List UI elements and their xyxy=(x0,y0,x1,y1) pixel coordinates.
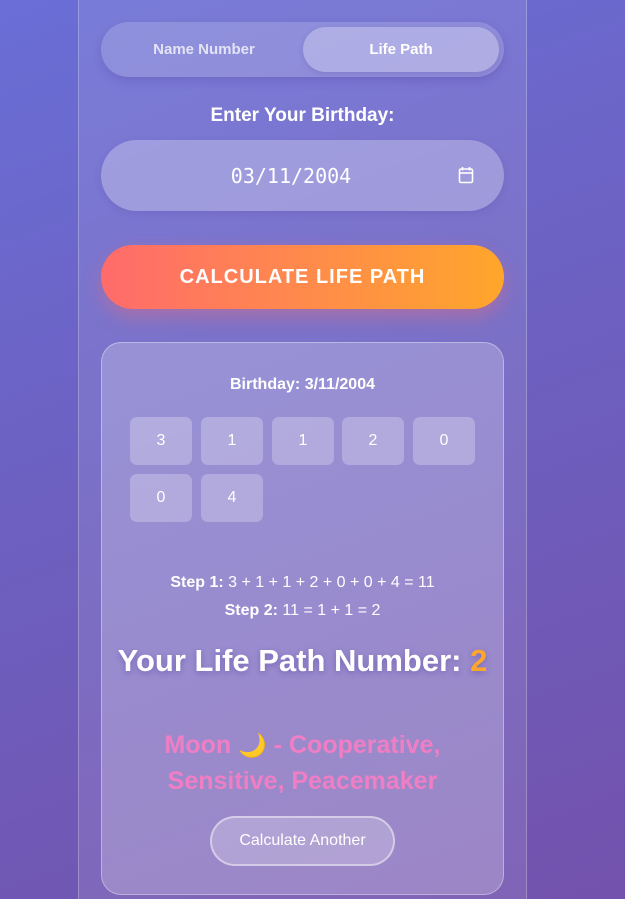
life-path-title: Your Life Path Number: 2 xyxy=(102,642,503,679)
moon-icon: 🌙 xyxy=(238,732,267,758)
step-1-text: 3 + 1 + 1 + 2 + 0 + 0 + 4 = 11 xyxy=(228,574,435,591)
meaning-planet: Moon xyxy=(164,731,232,759)
step-2: Step 2: 11 = 1 + 1 = 2 xyxy=(102,602,503,620)
birthday-date-input[interactable]: 03/11/2004 xyxy=(101,140,504,211)
birthday-value: 3/11/2004 xyxy=(304,376,375,393)
step-2-text: 11 = 1 + 1 = 2 xyxy=(282,602,381,619)
step-1: Step 1: 3 + 1 + 1 + 2 + 0 + 0 + 4 = 11 xyxy=(102,574,503,592)
tab-life-path[interactable]: Life Path xyxy=(303,27,499,72)
digit-box: 4 xyxy=(201,474,263,522)
life-path-meaning: Moon 🌙 - Cooperative, Sensitive, Peacema… xyxy=(122,727,483,799)
digit-box: 1 xyxy=(201,417,263,465)
result-card: Birthday: 3/11/2004 3 1 1 2 0 0 4 Step 1… xyxy=(101,342,504,895)
life-path-number: 2 xyxy=(470,643,488,678)
digit-box: 0 xyxy=(413,417,475,465)
digit-box: 2 xyxy=(342,417,404,465)
calculate-another-button[interactable]: Calculate Another xyxy=(210,816,395,866)
digit-box: 3 xyxy=(130,417,192,465)
calendar-icon[interactable] xyxy=(458,166,474,184)
step-2-label: Step 2: xyxy=(224,602,278,619)
digit-box: 0 xyxy=(130,474,192,522)
digit-box: 1 xyxy=(272,417,334,465)
birthday-prefix: Birthday: xyxy=(230,376,301,393)
life-path-title-prefix: Your Life Path Number: xyxy=(117,643,462,678)
mode-tabs: Name Number Life Path xyxy=(101,22,504,77)
date-value[interactable]: 03/11/2004 xyxy=(101,164,481,188)
tab-name-number[interactable]: Name Number xyxy=(106,27,302,72)
birthday-summary: Birthday: 3/11/2004 xyxy=(102,376,503,394)
birthday-prompt: Enter Your Birthday: xyxy=(210,105,395,126)
calculate-life-path-button[interactable]: CALCULATE LIFE PATH xyxy=(101,245,504,309)
step-1-label: Step 1: xyxy=(170,574,224,591)
